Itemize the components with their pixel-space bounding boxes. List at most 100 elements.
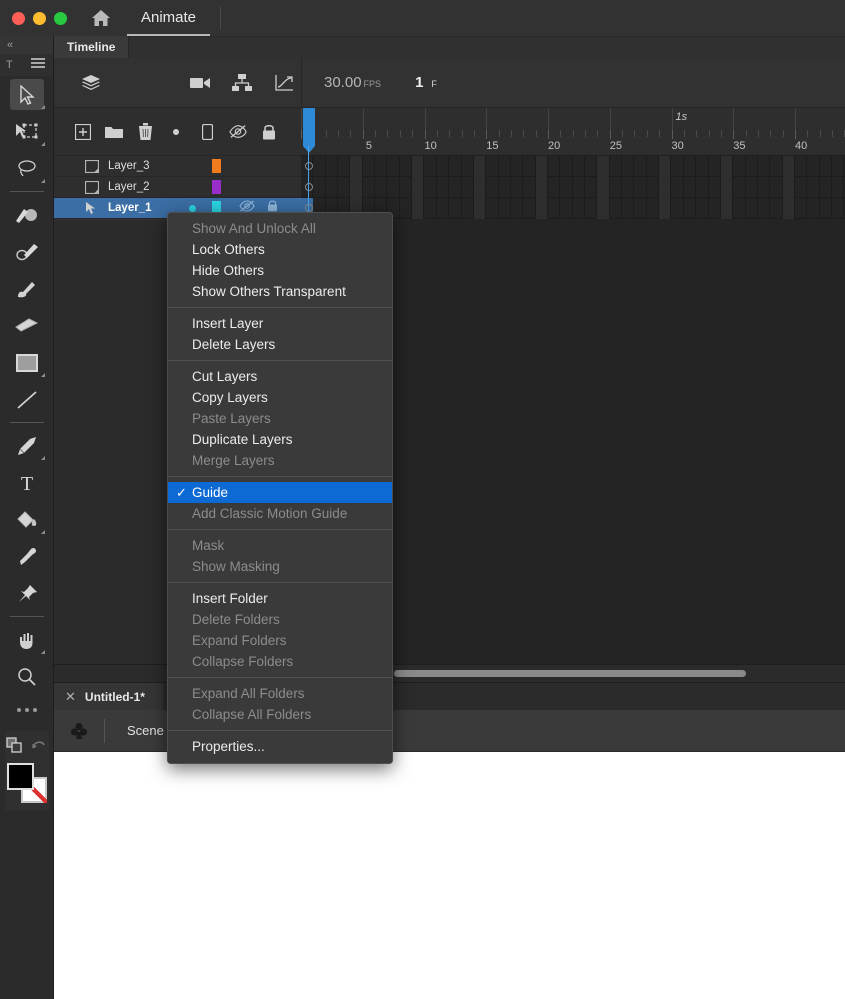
frame-cell[interactable] bbox=[659, 156, 672, 177]
frame-cell[interactable] bbox=[782, 156, 795, 177]
layer-color-swatch[interactable] bbox=[212, 180, 221, 194]
scene-clubs-icon[interactable] bbox=[54, 721, 104, 741]
frame-cell[interactable] bbox=[610, 156, 623, 177]
app-tab-animate[interactable]: Animate bbox=[127, 0, 211, 36]
frame-cell[interactable] bbox=[807, 198, 820, 219]
scene-label[interactable]: Scene bbox=[127, 723, 164, 738]
lock-all-layers-button[interactable] bbox=[260, 122, 278, 142]
minimize-window-button[interactable] bbox=[33, 11, 46, 25]
horizontal-scrollbar[interactable] bbox=[394, 670, 746, 677]
frame-cell[interactable] bbox=[634, 156, 647, 177]
frame-cell[interactable] bbox=[585, 156, 598, 177]
menu-item[interactable]: Duplicate Layers bbox=[168, 429, 392, 450]
hide-all-layers-button[interactable] bbox=[229, 122, 247, 142]
empty-keyframe-marker[interactable] bbox=[305, 204, 313, 212]
frame-cell[interactable] bbox=[511, 156, 524, 177]
frame-cell[interactable] bbox=[720, 198, 734, 219]
layer-row[interactable]: Layer_2 bbox=[54, 177, 301, 198]
frame-cell[interactable] bbox=[535, 177, 548, 198]
frame-cell[interactable] bbox=[832, 156, 845, 177]
frame-cell[interactable] bbox=[573, 156, 586, 177]
layer-name-label[interactable]: Layer_3 bbox=[108, 160, 150, 172]
reset-colors-icon[interactable] bbox=[31, 739, 47, 758]
camera-icon[interactable] bbox=[183, 68, 217, 98]
fps-field[interactable]: 30.00 FPS bbox=[324, 74, 381, 91]
delete-layer-button[interactable] bbox=[136, 122, 154, 142]
frame-cell[interactable] bbox=[758, 198, 771, 219]
frame-cell[interactable] bbox=[387, 156, 400, 177]
timeline-ruler[interactable]: 1s 5 10 15 20 25 30 35 40 bbox=[301, 108, 845, 156]
frame-cell[interactable] bbox=[684, 156, 697, 177]
frame-cell[interactable] bbox=[733, 156, 746, 177]
stage-canvas[interactable] bbox=[54, 752, 845, 999]
frame-cell[interactable] bbox=[720, 156, 734, 177]
graph-editor-icon[interactable] bbox=[267, 68, 301, 98]
frame-cell[interactable] bbox=[684, 177, 697, 198]
frame-cell[interactable] bbox=[560, 177, 573, 198]
menu-item[interactable]: Insert Folder bbox=[168, 588, 392, 609]
onion-skin-dot[interactable] bbox=[167, 122, 185, 142]
frame-cell[interactable] bbox=[425, 177, 437, 198]
frame-cell[interactable] bbox=[486, 177, 499, 198]
maximize-window-button[interactable] bbox=[54, 11, 67, 25]
frame-cell[interactable] bbox=[647, 177, 660, 198]
frame-cell[interactable] bbox=[523, 177, 536, 198]
layer-color-button[interactable] bbox=[198, 122, 216, 142]
frame-cell[interactable] bbox=[400, 198, 413, 219]
frame-cell[interactable] bbox=[820, 198, 833, 219]
frame-cell[interactable] bbox=[807, 177, 820, 198]
fluid-brush-tool[interactable] bbox=[0, 233, 54, 270]
frame-cell[interactable] bbox=[363, 156, 376, 177]
toolbar-collapse-button[interactable]: « bbox=[0, 36, 53, 54]
frame-cell[interactable] bbox=[672, 177, 684, 198]
empty-keyframe-marker[interactable] bbox=[305, 162, 313, 170]
close-window-button[interactable] bbox=[12, 11, 25, 25]
menu-item[interactable]: Show Others Transparent bbox=[168, 281, 392, 302]
text-tool[interactable]: T bbox=[0, 464, 54, 501]
frame-cell[interactable] bbox=[820, 177, 833, 198]
eraser-tool[interactable] bbox=[0, 307, 54, 344]
frame-cell[interactable] bbox=[412, 198, 425, 219]
frame-cell[interactable] bbox=[782, 198, 795, 219]
frame-cell[interactable] bbox=[573, 198, 586, 219]
frame-cell[interactable] bbox=[326, 156, 339, 177]
frame-cell[interactable] bbox=[523, 198, 536, 219]
frame-cell[interactable] bbox=[535, 198, 548, 219]
menu-item[interactable]: Hide Others bbox=[168, 260, 392, 281]
frame-cell[interactable] bbox=[807, 156, 820, 177]
layer-name-label[interactable]: Layer_1 bbox=[108, 202, 151, 214]
layer-color-swatch[interactable] bbox=[212, 159, 221, 173]
layer-onion-dot[interactable] bbox=[189, 204, 196, 212]
frame-cell[interactable] bbox=[610, 198, 623, 219]
frame-cell[interactable] bbox=[733, 177, 746, 198]
frame-cell[interactable] bbox=[597, 198, 610, 219]
frame-cell[interactable] bbox=[684, 198, 697, 219]
layers-stack-icon[interactable] bbox=[74, 68, 108, 98]
frame-row[interactable] bbox=[301, 156, 845, 177]
frame-cell[interactable] bbox=[473, 177, 487, 198]
playhead-handle[interactable] bbox=[303, 108, 315, 153]
frame-cell[interactable] bbox=[412, 156, 425, 177]
frame-cell[interactable] bbox=[473, 198, 487, 219]
frame-cell[interactable] bbox=[795, 156, 808, 177]
pen-tool[interactable] bbox=[0, 427, 54, 464]
frame-cell[interactable] bbox=[387, 177, 400, 198]
frame-cell[interactable] bbox=[647, 198, 660, 219]
frame-cell[interactable] bbox=[338, 156, 351, 177]
frame-cell[interactable] bbox=[709, 156, 721, 177]
frame-cell[interactable] bbox=[647, 156, 660, 177]
frame-cell[interactable] bbox=[672, 198, 684, 219]
frame-cell[interactable] bbox=[363, 177, 376, 198]
selection-tool[interactable] bbox=[0, 76, 54, 113]
frame-cell[interactable] bbox=[425, 156, 437, 177]
frame-cell[interactable] bbox=[597, 177, 610, 198]
empty-keyframe-marker[interactable] bbox=[305, 183, 313, 191]
tab-timeline[interactable]: Timeline bbox=[54, 36, 129, 58]
frame-cell[interactable] bbox=[746, 198, 758, 219]
frame-cell[interactable] bbox=[820, 156, 833, 177]
frame-cell[interactable] bbox=[622, 198, 635, 219]
frame-cell[interactable] bbox=[437, 198, 450, 219]
frame-cell[interactable] bbox=[659, 198, 672, 219]
frame-cell[interactable] bbox=[659, 177, 672, 198]
frame-cell[interactable] bbox=[350, 156, 363, 177]
